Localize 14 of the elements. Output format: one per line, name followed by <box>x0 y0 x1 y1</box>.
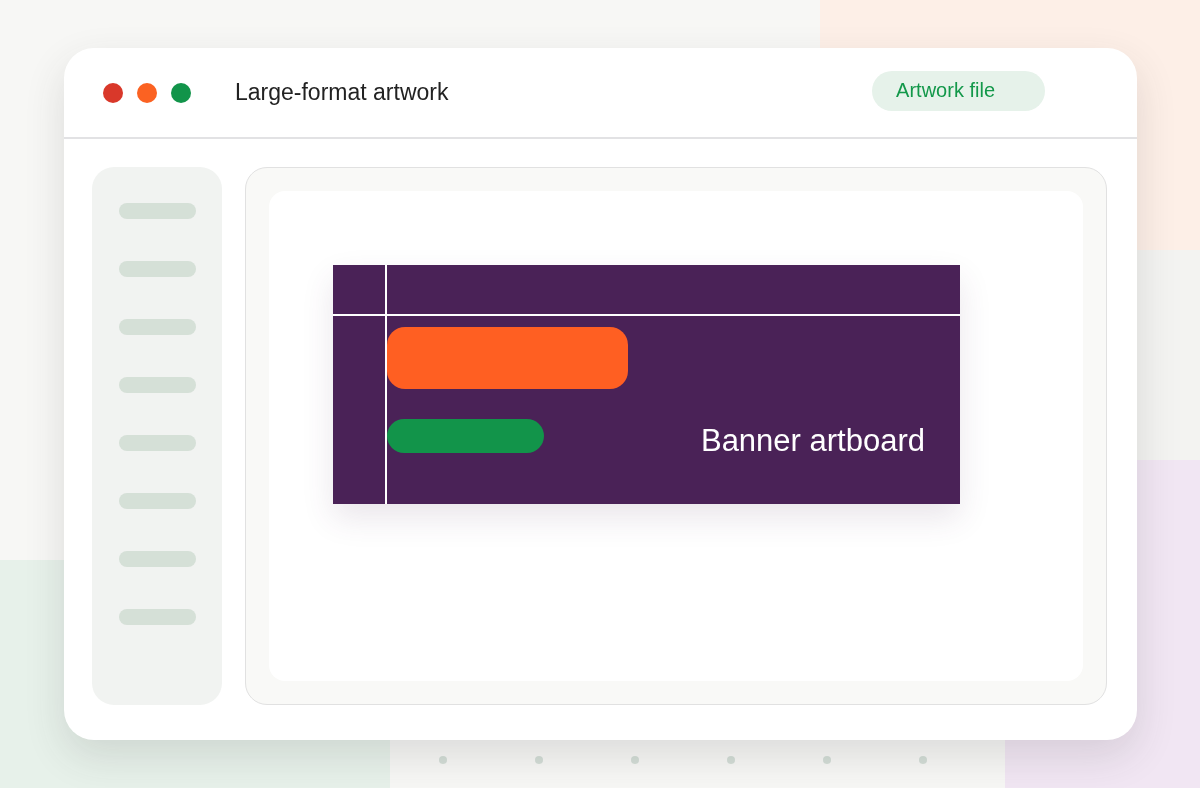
sidebar-item[interactable] <box>118 377 196 393</box>
sidebar-item[interactable] <box>118 319 196 335</box>
window-control[interactable] <box>137 82 157 103</box>
sidebar-item[interactable] <box>118 261 196 277</box>
sidebar-item[interactable] <box>118 435 196 451</box>
sidebar-item[interactable] <box>118 493 196 509</box>
sidebar-item[interactable] <box>118 609 196 625</box>
sidebar-item[interactable] <box>118 203 196 219</box>
window-control[interactable] <box>171 82 191 103</box>
artboard-title: Banner artboard <box>700 423 925 459</box>
window-control[interactable] <box>103 82 123 103</box>
window-title: Large-format artwork <box>235 79 449 106</box>
file-badge: Artwork file <box>872 70 1045 111</box>
sidebar-item[interactable] <box>118 551 196 567</box>
